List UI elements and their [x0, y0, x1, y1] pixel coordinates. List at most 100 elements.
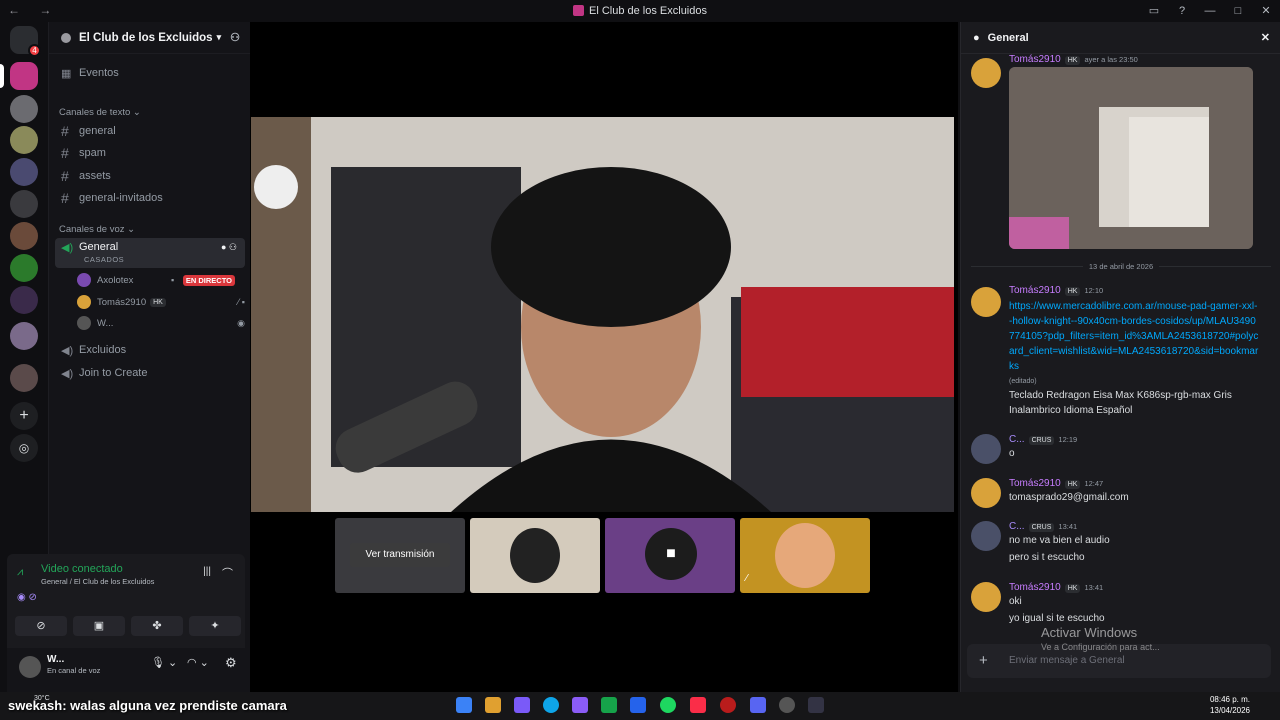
voice-channel-label: Join to Create [79, 367, 148, 379]
message-text: no me va bien el audio [1009, 535, 1110, 546]
avatar[interactable] [19, 656, 41, 678]
system-clock[interactable]: 08:46 p. m. 13/04/2026 [1210, 694, 1250, 716]
date-divider-text: 13 de abril de 2026 [1082, 262, 1160, 271]
inbox-icon[interactable]: ▭ [1140, 0, 1168, 22]
voice-channel-general[interactable]: ◀) General CASADOS ● ⚇ [55, 238, 245, 268]
screenshare-button[interactable]: ▣ [73, 616, 125, 636]
channel-spam[interactable]: # spam [55, 142, 245, 164]
music-icon[interactable] [690, 697, 706, 713]
participant-tile[interactable]: ⁄ [740, 518, 870, 593]
minimize-button[interactable]: — [1196, 0, 1224, 22]
server-icon[interactable] [10, 190, 38, 218]
watch-stream-button[interactable]: Ver transmisión [350, 543, 450, 567]
opera-icon[interactable] [720, 697, 736, 713]
server-folder-icon[interactable] [10, 364, 38, 392]
store-icon[interactable] [630, 697, 646, 713]
start-icon[interactable] [456, 697, 472, 713]
stream-tile[interactable]: Ver transmisión [335, 518, 465, 593]
timestamp: 12:19 [1058, 435, 1078, 444]
text-category[interactable]: Canales de texto ⌄ [59, 107, 141, 118]
home-icon[interactable]: 4 [10, 26, 41, 57]
camera-stream[interactable] [251, 117, 954, 512]
maximize-button[interactable]: □ [1224, 0, 1252, 22]
discover-icon[interactable]: ◎ [10, 434, 38, 462]
channel-general[interactable]: # general [55, 120, 245, 142]
close-button[interactable]: ✕ [1252, 0, 1280, 22]
author-name[interactable]: Tomás2910 [1009, 478, 1061, 489]
add-server-icon[interactable]: + [10, 402, 38, 430]
server-icon[interactable] [10, 286, 38, 314]
channel-assets[interactable]: # assets [55, 165, 245, 187]
close-icon[interactable]: ✕ [1261, 31, 1270, 44]
voice-user-name: W... [97, 317, 114, 329]
voice-user[interactable]: Tomás2910 HK ⁄ ▪ [77, 292, 245, 312]
camera-button[interactable]: ⊘ [15, 616, 67, 636]
voice-user[interactable]: Axolotex ▪ EN DIRECTO [77, 270, 245, 290]
server-folder-icon[interactable] [10, 322, 38, 350]
calendar-icon: ▦ [61, 67, 72, 80]
signal-icon[interactable]: ⩘ [17, 566, 23, 579]
server-icon[interactable] [10, 222, 38, 250]
user-tag: CRUS [1028, 436, 1055, 445]
headphones-icon[interactable]: ◠ ⌄ [187, 656, 209, 669]
plus-icon[interactable]: + [979, 652, 988, 669]
disconnect-icon[interactable]: ⌒ [222, 565, 233, 581]
avatar[interactable] [971, 58, 1001, 88]
explorer-icon[interactable] [485, 697, 501, 713]
author-name[interactable]: C... [1009, 434, 1025, 445]
spotify-icon[interactable] [660, 697, 676, 713]
edge-icon[interactable] [543, 697, 559, 713]
activity-icon[interactable]: ◉ ⊘ [17, 592, 37, 603]
author-name[interactable]: Tomás2910 [1009, 582, 1061, 593]
server-icon [61, 32, 71, 43]
discord-icon[interactable] [750, 697, 766, 713]
avatar [77, 295, 91, 309]
app-icon [572, 5, 584, 16]
avatar[interactable] [971, 287, 1001, 317]
participant-tile[interactable]: ■ [605, 518, 735, 593]
app-icon[interactable] [808, 697, 824, 713]
events-item[interactable]: ▦ Eventos [55, 62, 245, 84]
server-icon[interactable] [10, 95, 38, 123]
author-name[interactable]: Tomás2910 [1009, 285, 1061, 296]
voice-channel-join[interactable]: ◀) Join to Create [55, 362, 245, 384]
voice-category[interactable]: Canales de voz ⌄ [59, 224, 135, 235]
author-name[interactable]: C... [1009, 521, 1025, 532]
soundboard-button[interactable]: ✦ [189, 616, 241, 636]
server-icon[interactable] [10, 254, 38, 282]
message-text: o [1009, 448, 1015, 459]
voice-channel-excluidos[interactable]: ◀) Excluidos [55, 339, 245, 361]
avatar[interactable] [971, 521, 1001, 551]
voice-user[interactable]: W... ◉ [77, 313, 245, 333]
server-club-icon[interactable] [10, 62, 38, 90]
server-header[interactable]: El Club de los Excluidos ▾ ⚇ [49, 22, 250, 54]
speaker-icon: ◀) [61, 344, 74, 357]
app-icon[interactable] [514, 697, 530, 713]
noise-icon[interactable]: ||| [203, 566, 211, 577]
message-link[interactable]: https://www.mercadolibre.com.ar/mouse-pa… [1009, 299, 1259, 374]
attachment-image[interactable] [1009, 67, 1253, 249]
steam-icon[interactable] [779, 697, 795, 713]
avatar [775, 523, 835, 588]
participant-tile[interactable] [470, 518, 600, 593]
minecraft-icon[interactable] [601, 697, 617, 713]
chat-icon[interactable]: ● ⚇ [221, 242, 237, 253]
invite-icon[interactable]: ⚇ [230, 31, 240, 44]
video-camera-icon: ■ [645, 528, 697, 580]
avatar[interactable] [971, 434, 1001, 464]
connection-location: General / El Club de los Excluidos [41, 577, 155, 586]
user-tag: HK [150, 297, 166, 307]
avatar[interactable] [971, 582, 1001, 612]
author-name[interactable]: Tomás2910 [1009, 54, 1061, 65]
voice-channel-status: CASADOS [84, 255, 125, 264]
help-icon[interactable]: ? [1168, 0, 1196, 22]
server-icon[interactable] [10, 126, 38, 154]
server-icon[interactable] [10, 158, 38, 186]
activities-button[interactable]: ✤ [131, 616, 183, 636]
avatar[interactable] [971, 478, 1001, 508]
channel-general-invitados[interactable]: # general-invitados [55, 187, 245, 209]
gear-icon[interactable]: ⚙ [225, 655, 237, 671]
mic-icon[interactable]: 🎙 ⌄ [151, 656, 177, 669]
photo-window [1009, 67, 1253, 249]
app-icon[interactable] [572, 697, 588, 713]
